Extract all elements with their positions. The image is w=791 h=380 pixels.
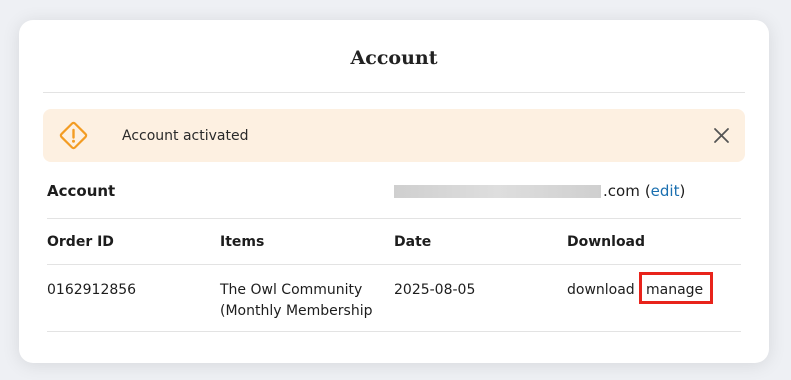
column-header-items: Items — [220, 234, 265, 250]
account-email: .com (edit) — [394, 182, 685, 200]
account-label: Account — [47, 182, 116, 200]
title-divider — [43, 92, 745, 93]
header-divider — [47, 264, 741, 265]
row-divider — [47, 331, 741, 332]
email-suffix: .com — [603, 182, 640, 200]
redacted-email — [394, 184, 601, 198]
account-divider — [47, 218, 741, 219]
alert-message: Account activated — [122, 128, 249, 144]
manage-link[interactable]: manage — [646, 280, 703, 301]
edit-email-link[interactable]: edit — [651, 182, 680, 200]
order-item-line2: (Monthly Membership — [220, 303, 373, 319]
order-item-line1: The Owl Community — [220, 282, 363, 298]
warning-diamond-icon — [59, 121, 88, 150]
order-date: 2025-08-05 — [394, 282, 476, 298]
activation-alert: Account activated — [43, 109, 745, 162]
column-header-order-id: Order ID — [47, 234, 114, 250]
edit-paren-close: ) — [679, 182, 686, 200]
page-title: Account — [350, 47, 438, 69]
column-header-date: Date — [394, 234, 432, 250]
order-id: 0162912856 — [47, 282, 137, 298]
account-card: Account Account activated Account .com (… — [19, 20, 769, 363]
download-link[interactable]: download — [567, 280, 635, 301]
order-item: The Owl Community (Monthly Membership — [220, 280, 373, 322]
close-icon[interactable] — [712, 126, 731, 145]
column-header-download: Download — [567, 234, 646, 250]
